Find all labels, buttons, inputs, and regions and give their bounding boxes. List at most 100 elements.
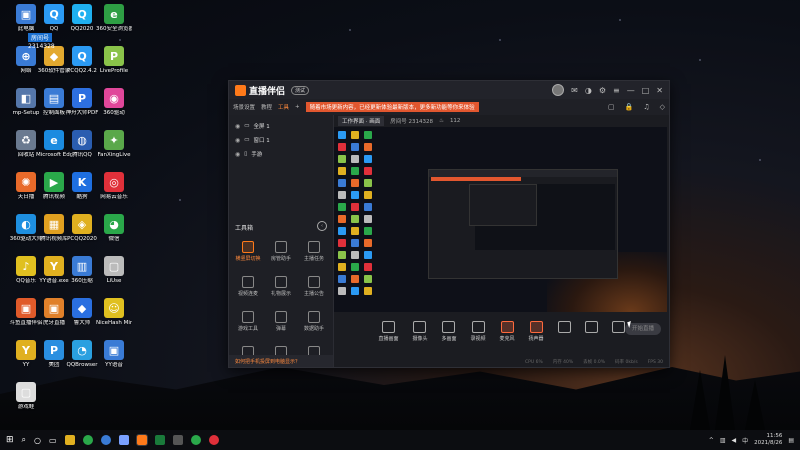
preview-mini-icon — [338, 179, 346, 187]
close-button[interactable]: ✕ — [656, 86, 663, 95]
status-item: 丢帧 0.0% — [583, 360, 606, 365]
live-control-button[interactable] — [611, 321, 625, 349]
toolbox-item[interactable]: 主播任务 — [299, 241, 329, 262]
tray-chevron-icon[interactable]: ^ — [709, 437, 714, 444]
notification-icon[interactable]: ▤ — [788, 437, 794, 444]
live-control-button[interactable]: 麦克风 — [500, 321, 515, 349]
desktop-icon-label: 360压缩 — [71, 278, 93, 284]
desktop-icon[interactable]: e 360安全浏览器 — [96, 4, 132, 33]
minimize-button[interactable]: — — [627, 86, 635, 95]
desktop-icon[interactable]: ✦ FanXingLive — [96, 130, 132, 159]
taskbar-live-app-icon[interactable] — [135, 434, 148, 446]
preview-mini-icon — [351, 179, 359, 187]
cortana-icon[interactable]: ○ — [34, 436, 41, 445]
window-titlebar[interactable]: 直播伴侣 测试 ✉ ◑ ⚙ ≡ — □ ✕ — [229, 81, 669, 99]
desktop-icon[interactable]: ☺ NiceHash Miner — [96, 298, 132, 327]
live-control-button[interactable]: 直播画面 — [378, 321, 398, 349]
desktop-icon[interactable]: ◕ 微信 — [96, 214, 132, 243]
app-icon: ◕ — [104, 214, 124, 234]
app-icon: P — [72, 88, 92, 108]
stream-preview[interactable] — [334, 127, 667, 312]
user-avatar[interactable] — [552, 84, 565, 96]
announcement-banner[interactable]: 随着市场更新内容，已经更新体验最新版本，更多新功能等你来体验 — [305, 102, 479, 112]
desktop-room-label: 房间号 — [28, 33, 53, 42]
desktop-icon[interactable]: ◈ PCQQ2020 — [64, 214, 100, 243]
control-icon — [442, 321, 456, 333]
desktop-icon[interactable]: Q QQ2020 — [64, 4, 100, 33]
scene-item[interactable]: ◉ ▭ 窗口 1 — [229, 133, 333, 147]
desktop-icon-label: QQ2020 — [70, 26, 94, 32]
eye-icon[interactable]: ◉ — [235, 151, 240, 158]
desktop-icon[interactable]: ◆ 鲁大师 — [64, 298, 100, 327]
live-streaming-app-window[interactable]: 直播伴侣 测试 ✉ ◑ ⚙ ≡ — □ ✕ 场景设置 教程 工具 + 随着市场更… — [228, 80, 670, 368]
toolbox-item[interactable]: 横竖屏切换 — [233, 241, 263, 262]
task-view-icon[interactable]: ▭ — [49, 436, 57, 445]
help-notice[interactable]: 如何把手机投屏到电脑显示？ — [229, 355, 333, 367]
system-clock[interactable]: 11:56 2021/8/26 — [754, 433, 782, 447]
taskbar-app-icon[interactable] — [118, 435, 129, 445]
desktop-icon[interactable]: ▣ YY语音 — [96, 340, 132, 369]
lock-icon[interactable]: 🔒 — [625, 103, 634, 111]
desktop-icon[interactable]: ◍ 腾讯QQ — [64, 130, 100, 159]
scene-item[interactable]: ◉ ▭ 全屏 1 — [229, 119, 333, 133]
desktop-icon[interactable]: ▢ 游戏蛙 — [8, 382, 44, 411]
desktop-icon[interactable]: Q PCQQ2.4.2 — [64, 46, 100, 75]
preview-tab[interactable]: 工作界面 · 画面 — [338, 116, 385, 126]
desktop-icon[interactable]: P 神舟大师PDF — [64, 88, 100, 117]
message-icon[interactable]: ✉ — [571, 86, 578, 95]
live-control-button[interactable]: 摄像头 — [412, 321, 427, 349]
desktop-icon[interactable]: ▢ LiUse — [96, 256, 132, 285]
toolbox-item[interactable]: 视频连麦 — [233, 276, 263, 297]
volume-icon[interactable]: ◀ — [731, 437, 736, 444]
menu-item[interactable]: 工具 — [278, 103, 289, 111]
toolbox-item[interactable]: 弹幕 — [266, 311, 296, 332]
taskbar-browser-icon[interactable] — [100, 435, 111, 445]
desktop-icon[interactable]: P LiveProfile — [96, 46, 132, 75]
live-control-button[interactable]: 录视频 — [471, 321, 486, 349]
menu-icon[interactable]: ≡ — [613, 86, 620, 95]
toolbox-item[interactable]: 数据助手 — [299, 311, 329, 332]
skin-icon[interactable]: ◑ — [585, 86, 592, 95]
toolbox-item[interactable]: 礼物展示 — [266, 276, 296, 297]
tool-label: 主播任务 — [303, 256, 324, 262]
share-icon[interactable]: ◇ — [660, 103, 665, 111]
search-icon[interactable]: ⌕ — [22, 435, 26, 445]
toolbox-item[interactable]: 游戏工具 — [233, 311, 263, 332]
taskbar-chart-icon[interactable] — [154, 435, 165, 445]
control-icon — [584, 321, 598, 333]
desktop-icon[interactable]: ◎ 网易云音乐 — [96, 172, 132, 201]
ime-icon[interactable]: 中 — [742, 436, 748, 445]
live-control-button[interactable] — [557, 321, 571, 349]
maximize-button[interactable]: □ — [642, 86, 650, 95]
screenshot-icon[interactable]: ▢ — [608, 103, 615, 111]
control-icon — [381, 321, 395, 333]
eye-icon[interactable]: ◉ — [235, 123, 240, 130]
add-scene-icon[interactable]: + — [295, 104, 300, 110]
bell-icon[interactable]: ♫ — [643, 103, 649, 111]
eye-icon[interactable]: ◉ — [235, 137, 240, 144]
live-control-button[interactable]: 多画面 — [441, 321, 457, 349]
taskbar-wechat-icon[interactable] — [190, 435, 201, 445]
live-control-button[interactable]: 扬声器 — [529, 321, 544, 349]
desktop-icon[interactable]: ◔ QQBrowser — [64, 340, 100, 369]
preview-header: 工作界面 · 画面 房间号 2314328 ♨ 112 — [334, 115, 669, 127]
taskbar-360-icon[interactable] — [82, 435, 93, 445]
scene-item[interactable]: ◉ ▯ 手游 — [229, 147, 333, 161]
desktop-icon[interactable]: ◉ 360驱动 — [96, 88, 132, 117]
toolbox-collapse-icon[interactable]: ‹ — [317, 221, 327, 231]
taskbar-explorer-icon[interactable] — [64, 435, 75, 445]
app-icon: ◐ — [16, 214, 36, 234]
settings-icon[interactable]: ⚙ — [599, 86, 606, 95]
app-icon: Q — [72, 46, 92, 66]
desktop-icon[interactable]: K 酷狗 — [64, 172, 100, 201]
network-icon[interactable]: ▥ — [720, 437, 726, 444]
live-control-button[interactable] — [584, 321, 598, 349]
toolbox-item[interactable]: 主播公告 — [299, 276, 329, 297]
menu-item[interactable]: 教程 — [261, 103, 272, 111]
menu-item[interactable]: 场景设置 — [233, 103, 255, 111]
windows-start-icon[interactable]: ⊞ — [6, 435, 14, 445]
desktop-icon[interactable]: ▥ 360压缩 — [64, 256, 100, 285]
toolbox-item[interactable]: 房管助手 — [266, 241, 296, 262]
taskbar-monitor-icon[interactable] — [172, 435, 183, 445]
taskbar-media-icon[interactable] — [208, 435, 219, 445]
